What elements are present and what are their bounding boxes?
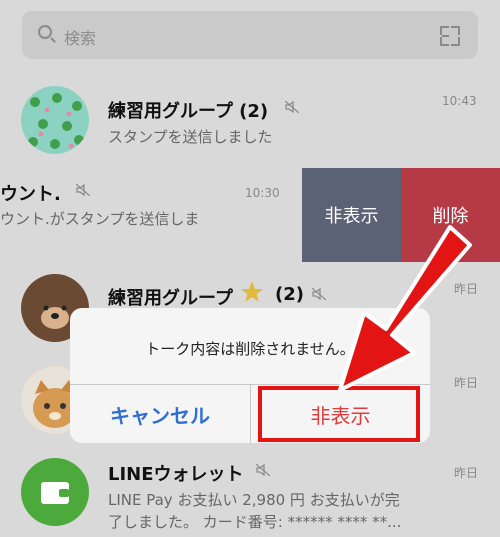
cancel-button[interactable]: キャンセル <box>70 385 250 443</box>
qr-scan-icon[interactable] <box>440 26 460 46</box>
chat-name: 練習用グループ (2) <box>108 101 269 122</box>
search-icon <box>38 25 52 39</box>
mute-icon <box>76 184 90 196</box>
mute-icon <box>285 101 299 113</box>
annotation-arrow-icon <box>338 225 472 392</box>
chat-name: ウント. <box>0 184 61 205</box>
chat-preview-line1: LINE Pay お支払い 2,980 円 お支払いが完 <box>108 491 400 509</box>
search-input[interactable]: 検索 <box>64 25 96 49</box>
chat-name: 練習用グループ <box>108 288 233 309</box>
chat-row-1[interactable]: 練習用グループ (2) スタンプを送信しました 10:43 <box>0 82 500 164</box>
mute-icon <box>256 464 270 476</box>
chat-time: 昨日 <box>454 466 479 480</box>
star-icon <box>241 281 263 302</box>
wallet-avatar <box>21 458 89 526</box>
mute-icon <box>312 288 326 300</box>
chat-row-2[interactable]: ウント. ウント.がスタンプを送信しま 10:30 <box>0 168 302 262</box>
chat-preview: ウント.がスタンプを送信しま <box>0 210 200 228</box>
chat-count: (2) <box>275 284 304 305</box>
chat-preview-line2: 了しました。 カード番号: ****** **** **... <box>108 513 402 531</box>
chat-preview: スタンプを送信しました <box>108 128 273 146</box>
chat-time: 10:30 <box>245 186 280 200</box>
group-avatar <box>21 86 89 154</box>
chat-name: LINEウォレット <box>108 464 244 485</box>
chat-time: 10:43 <box>442 94 477 108</box>
chat-row-5[interactable]: LINEウォレット LINE Pay お支払い 2,980 円 お支払いが完 了… <box>0 452 500 537</box>
